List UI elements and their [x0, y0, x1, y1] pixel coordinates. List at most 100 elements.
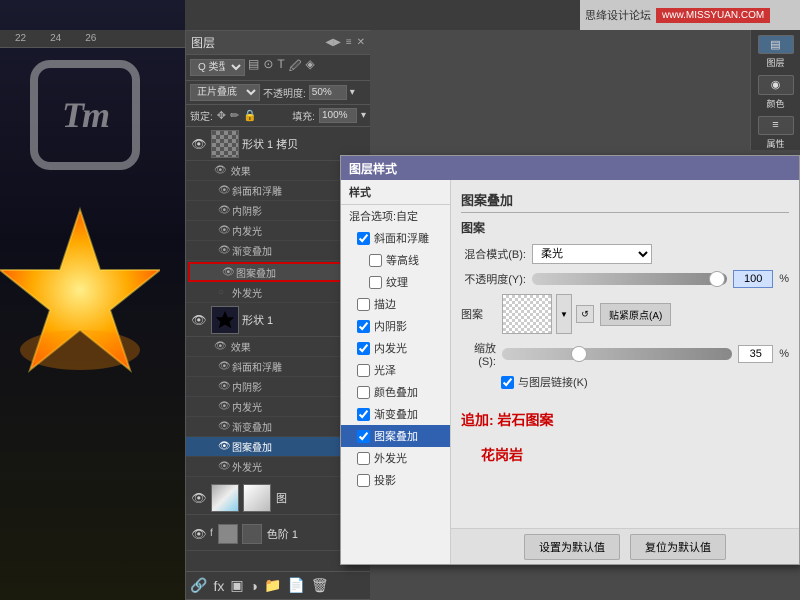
dialog-right-title: 图案叠加: [461, 190, 789, 213]
effect-eye-outerglow-2[interactable]: 👁: [218, 461, 232, 472]
checkbox-outerglow[interactable]: [357, 452, 370, 465]
pattern-reset-icon[interactable]: ↺: [576, 305, 594, 323]
dialog-item-texture[interactable]: 纹理: [341, 271, 450, 293]
blend-mode-select[interactable]: 正片叠底: [190, 84, 260, 101]
filter-icon-3[interactable]: T: [277, 57, 284, 78]
eye-icon-shape1-copy[interactable]: 👁: [190, 135, 208, 153]
opacity-slider[interactable]: [532, 273, 727, 285]
link-checkbox-label: 与图层链接(K): [518, 374, 588, 390]
fill-label: 填充:: [292, 108, 315, 123]
add-mask-icon[interactable]: ▣: [230, 577, 243, 594]
opacity-input[interactable]: [309, 85, 347, 100]
checkbox-coloroverlay[interactable]: [357, 386, 370, 399]
filter-icon-5[interactable]: ◈: [306, 57, 315, 78]
dialog-item-bevel[interactable]: 斜面和浮雕: [341, 227, 450, 249]
layers-collapse-icon[interactable]: ◀▶: [325, 37, 340, 48]
add-layer-icon[interactable]: 📄: [287, 577, 304, 594]
dialog-item-innerglow[interactable]: 内发光: [341, 337, 450, 359]
effect-eye-pattern-2[interactable]: 👁: [218, 441, 232, 452]
effect-eye-innerglow-1[interactable]: 👁: [218, 225, 232, 236]
effect-eye-innershadow-2[interactable]: 👁: [218, 381, 232, 392]
add-group-icon[interactable]: 📁: [264, 577, 281, 594]
effect-eye-innerglow-2[interactable]: 👁: [218, 401, 232, 412]
thumb-shape1: [211, 306, 239, 334]
layers-bottom-toolbar: 🔗 fx ▣ ◑ 📁 📄 🗑: [186, 571, 370, 599]
dialog-item-outerglow[interactable]: 外发光: [341, 447, 450, 469]
dialog-item-coloroverlay[interactable]: 颜色叠加: [341, 381, 450, 403]
dialog-right-panel: 图案叠加 图案 混合模式(B): 柔光 正常 叠加 不透明度(Y): %: [451, 180, 799, 564]
filter-icon-1[interactable]: ▤: [248, 57, 259, 78]
checkbox-bevel[interactable]: [357, 232, 370, 245]
checkbox-texture[interactable]: [369, 276, 382, 289]
tab-properties[interactable]: ≡: [758, 116, 794, 135]
link-checkbox[interactable]: [501, 376, 514, 389]
add-adjustment-icon[interactable]: ◑: [250, 578, 258, 594]
pattern-thumb[interactable]: [502, 294, 552, 334]
dialog-item-stroke[interactable]: 描边: [341, 293, 450, 315]
dialog-item-patternoverlay[interactable]: 图案叠加: [341, 425, 450, 447]
effect-group-eye-2[interactable]: 👁: [214, 341, 227, 352]
lock-draw-icon[interactable]: ✏: [230, 109, 239, 122]
layers-menu-icon[interactable]: ≡: [346, 37, 352, 48]
lock-icons: ✥ ✏ 🔒: [217, 109, 257, 122]
ruler-mark-22: 22: [15, 33, 26, 44]
eye-icon-colorlevel[interactable]: 👁: [190, 525, 208, 543]
pattern-dropdown-btn[interactable]: ▼: [556, 294, 572, 334]
eye-icon-cloud[interactable]: 👁: [190, 489, 208, 507]
filter-icon-4[interactable]: 🖉: [289, 57, 302, 78]
dialog-item-gradientoverlay[interactable]: 渐变叠加: [341, 403, 450, 425]
layers-title: 图层: [191, 34, 215, 51]
pattern-form-row: 图案 ▼ ↺ 贴紧原点(A): [461, 294, 789, 334]
link-layers-icon[interactable]: 🔗: [190, 577, 207, 594]
effect-eye-bevel-2[interactable]: 👁: [218, 361, 232, 372]
info-text-1: 追加: 岩石图案: [461, 410, 789, 430]
dialog-item-dropshadow[interactable]: 投影: [341, 469, 450, 491]
dialog-item-innershadow[interactable]: 内阴影: [341, 315, 450, 337]
lock-all-icon[interactable]: 🔒: [243, 109, 257, 122]
effect-group-eye-1[interactable]: 👁: [214, 165, 227, 176]
delete-layer-icon[interactable]: 🗑: [311, 577, 329, 594]
effect-eye-gradient-2[interactable]: 👁: [218, 421, 232, 432]
add-style-icon[interactable]: fx: [213, 578, 224, 594]
checkbox-gradientoverlay[interactable]: [357, 408, 370, 421]
blend-mode-row: 正片叠底 不透明度: ▾: [186, 81, 370, 105]
set-default-btn[interactable]: 设置为默认值: [524, 534, 620, 560]
checkbox-patternoverlay[interactable]: [357, 430, 370, 443]
eye-icon-shape1[interactable]: 👁: [190, 311, 208, 329]
opacity-thumb[interactable]: [709, 271, 725, 287]
dialog-item-blend[interactable]: 混合选项:自定: [341, 205, 450, 227]
tab-color[interactable]: ◉: [758, 75, 794, 94]
ruler-mark-26: 26: [85, 33, 96, 44]
checkbox-dropshadow[interactable]: [357, 474, 370, 487]
scale-thumb[interactable]: [571, 346, 587, 362]
snap-to-origin-btn[interactable]: 贴紧原点(A): [600, 303, 671, 326]
label-outerglow: 外发光: [374, 450, 407, 466]
blend-mode-form-select[interactable]: 柔光 正常 叠加: [532, 244, 652, 264]
tab-layers[interactable]: ▤: [758, 35, 794, 54]
label-innershadow: 内阴影: [374, 318, 407, 334]
label-innerglow: 内发光: [374, 340, 407, 356]
layers-close-icon[interactable]: ✕: [357, 37, 365, 48]
checkbox-stroke[interactable]: [357, 298, 370, 311]
checkbox-contour[interactable]: [369, 254, 382, 267]
lock-position-icon[interactable]: ✥: [217, 109, 226, 122]
search-type-select[interactable]: Q 类型: [190, 59, 245, 76]
checkbox-satin[interactable]: [357, 364, 370, 377]
effect-eye-bevel-1[interactable]: 👁: [218, 185, 232, 196]
effect-eye-pattern-1[interactable]: 👁: [222, 267, 236, 278]
link-checkbox-row: 与图层链接(K): [501, 374, 789, 390]
checkbox-innershadow[interactable]: [357, 320, 370, 333]
filter-icon-2[interactable]: ⊙: [263, 57, 273, 78]
effect-eye-gradient-1[interactable]: 👁: [218, 245, 232, 256]
fill-input[interactable]: [319, 108, 357, 123]
dialog-item-satin[interactable]: 光泽: [341, 359, 450, 381]
scale-form-input[interactable]: [738, 345, 773, 363]
scale-slider[interactable]: [502, 348, 732, 360]
search-filter-icons: ▤ ⊙ T 🖉 ◈: [248, 57, 315, 78]
dialog-item-contour[interactable]: 等高线: [341, 249, 450, 271]
opacity-form-input[interactable]: [733, 270, 773, 288]
reset-default-btn[interactable]: 复位为默认值: [630, 534, 726, 560]
effect-eye-innershadow-1[interactable]: 👁: [218, 205, 232, 216]
checkbox-innerglow[interactable]: [357, 342, 370, 355]
right-tabs-panel: ▤ 图层 ◉ 颜色 ≡ 属性: [750, 30, 800, 150]
